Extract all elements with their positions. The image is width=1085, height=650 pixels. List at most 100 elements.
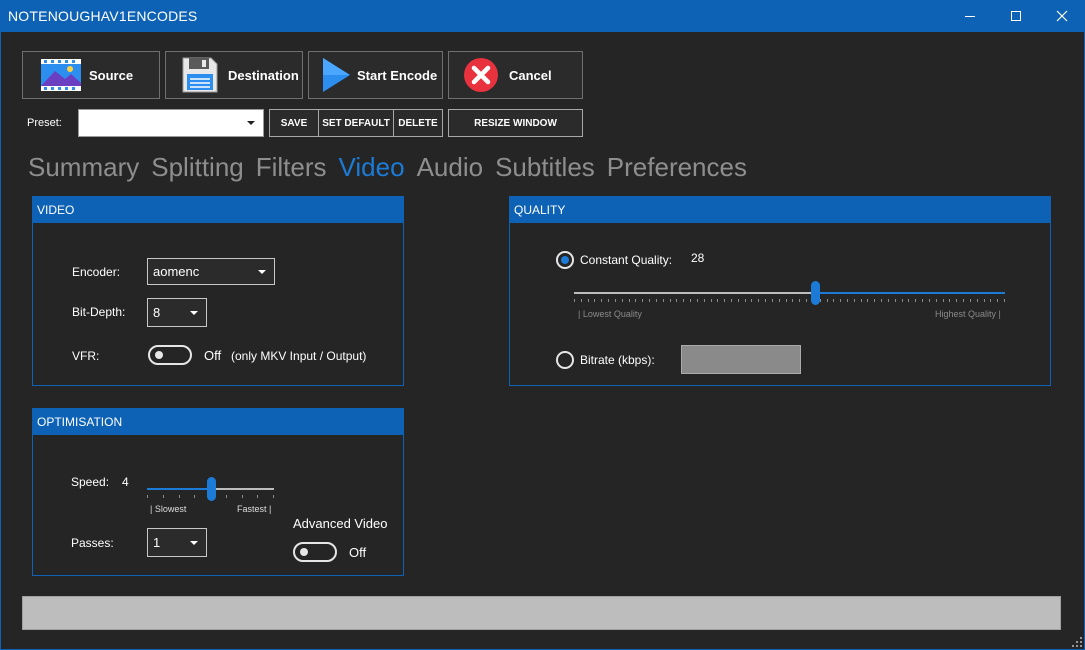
minimize-icon bbox=[965, 16, 975, 17]
encoder-value: aomenc bbox=[153, 264, 200, 279]
play-icon bbox=[319, 56, 353, 94]
slider-tick bbox=[717, 299, 718, 302]
slider-tick bbox=[765, 299, 766, 302]
passes-value: 1 bbox=[153, 535, 161, 550]
tab-filters[interactable]: Filters bbox=[256, 152, 327, 183]
slider-tick bbox=[786, 299, 787, 302]
slider-tick bbox=[635, 299, 636, 302]
vfr-toggle[interactable] bbox=[148, 345, 192, 365]
slider-tick bbox=[854, 299, 855, 302]
maximize-button[interactable] bbox=[993, 0, 1039, 32]
bitrate-radio[interactable] bbox=[556, 351, 574, 369]
cancel-label: Cancel bbox=[509, 67, 552, 83]
encoder-label: Encoder: bbox=[72, 265, 121, 279]
chevron-down-icon bbox=[258, 269, 266, 274]
save-preset-button[interactable]: SAVE bbox=[269, 109, 319, 137]
slider-tick bbox=[147, 495, 148, 498]
resize-grip-icon[interactable] bbox=[1071, 636, 1083, 648]
radio-selected-dot bbox=[561, 256, 569, 264]
slider-tick bbox=[833, 299, 834, 302]
slider-tick bbox=[711, 299, 712, 302]
video-group-header: VIDEO bbox=[33, 197, 403, 223]
quality-slider[interactable] bbox=[574, 280, 1005, 306]
minimize-button[interactable] bbox=[947, 0, 993, 32]
tab-video[interactable]: Video bbox=[339, 152, 405, 183]
set-default-label: SET DEFAULT bbox=[322, 117, 390, 129]
chevron-down-icon bbox=[190, 310, 198, 315]
slider-tick bbox=[649, 299, 650, 302]
slider-tick bbox=[670, 299, 671, 302]
bitrate-input[interactable] bbox=[681, 345, 801, 374]
start-encode-button[interactable]: Start Encode bbox=[308, 51, 443, 99]
constant-quality-label: Constant Quality: bbox=[580, 253, 673, 267]
slider-tick bbox=[179, 495, 180, 498]
source-button[interactable]: Source bbox=[22, 51, 160, 99]
tab-splitting[interactable]: Splitting bbox=[151, 152, 244, 183]
bit-depth-value: 8 bbox=[153, 305, 161, 320]
maximize-icon bbox=[1011, 11, 1021, 21]
passes-combobox[interactable]: 1 bbox=[147, 528, 207, 557]
advanced-video-toggle[interactable] bbox=[293, 542, 337, 562]
slider-tick bbox=[827, 299, 828, 302]
slider-tick bbox=[629, 299, 630, 302]
slider-tick bbox=[758, 299, 759, 302]
constant-quality-radio[interactable] bbox=[556, 251, 574, 269]
slider-tick bbox=[745, 299, 746, 302]
set-default-button[interactable]: SET DEFAULT bbox=[318, 109, 394, 137]
resize-window-button[interactable]: RESIZE WINDOW bbox=[448, 109, 583, 137]
preset-combobox[interactable] bbox=[78, 109, 264, 137]
cancel-button[interactable]: Cancel bbox=[448, 51, 583, 99]
toggle-knob bbox=[155, 351, 163, 359]
floppy-disk-icon bbox=[178, 56, 222, 94]
slider-tick bbox=[929, 299, 930, 302]
speed-slider-track bbox=[211, 488, 274, 490]
slider-tick bbox=[895, 299, 896, 302]
delete-preset-label: DELETE bbox=[398, 117, 438, 129]
tab-preferences[interactable]: Preferences bbox=[607, 152, 747, 183]
slider-tick bbox=[881, 299, 882, 302]
tab-subtitles[interactable]: Subtitles bbox=[495, 152, 595, 183]
advanced-video-state: Off bbox=[349, 545, 367, 560]
slider-tick bbox=[847, 299, 848, 302]
slider-tick bbox=[936, 299, 937, 302]
slider-tick bbox=[874, 299, 875, 302]
tab-summary[interactable]: Summary bbox=[28, 152, 139, 183]
slider-tick bbox=[799, 299, 800, 302]
slider-tick bbox=[977, 299, 978, 302]
vfr-label: VFR: bbox=[72, 349, 100, 363]
quality-slider-thumb[interactable] bbox=[811, 281, 820, 305]
slider-tick bbox=[731, 299, 732, 302]
bit-depth-combobox[interactable]: 8 bbox=[147, 298, 207, 327]
delete-preset-button[interactable]: DELETE bbox=[393, 109, 443, 137]
advanced-video-label: Advanced Video bbox=[293, 516, 388, 531]
slider-tick bbox=[242, 495, 243, 498]
lowest-quality-label: | Lowest Quality bbox=[578, 309, 642, 319]
slider-tick bbox=[997, 299, 998, 302]
slider-tick bbox=[820, 299, 821, 302]
speed-slider-track-filled bbox=[147, 488, 211, 490]
slider-tick bbox=[915, 299, 916, 302]
speed-slider[interactable] bbox=[147, 476, 274, 502]
slider-tick bbox=[963, 299, 964, 302]
encoder-combobox[interactable]: aomenc bbox=[147, 258, 275, 285]
toggle-knob bbox=[300, 548, 308, 556]
slider-tick bbox=[779, 299, 780, 302]
slider-tick bbox=[738, 299, 739, 302]
cancel-icon bbox=[461, 56, 501, 94]
slider-tick bbox=[608, 299, 609, 302]
source-label: Source bbox=[89, 67, 134, 83]
slider-tick bbox=[622, 299, 623, 302]
slider-tick bbox=[663, 299, 664, 302]
encode-progress-bar bbox=[22, 596, 1061, 630]
speed-slider-thumb[interactable] bbox=[207, 477, 216, 501]
resize-window-label: RESIZE WINDOW bbox=[474, 117, 557, 129]
video-file-icon bbox=[39, 56, 83, 94]
close-window-button[interactable] bbox=[1039, 0, 1085, 32]
start-encode-label: Start Encode bbox=[357, 67, 438, 83]
slider-tick bbox=[697, 299, 698, 302]
tab-audio[interactable]: Audio bbox=[417, 152, 484, 183]
chevron-down-icon bbox=[247, 121, 255, 125]
highest-quality-label: Highest Quality | bbox=[935, 309, 1001, 319]
destination-button[interactable]: Destination bbox=[165, 51, 303, 99]
passes-label: Passes: bbox=[71, 536, 114, 550]
